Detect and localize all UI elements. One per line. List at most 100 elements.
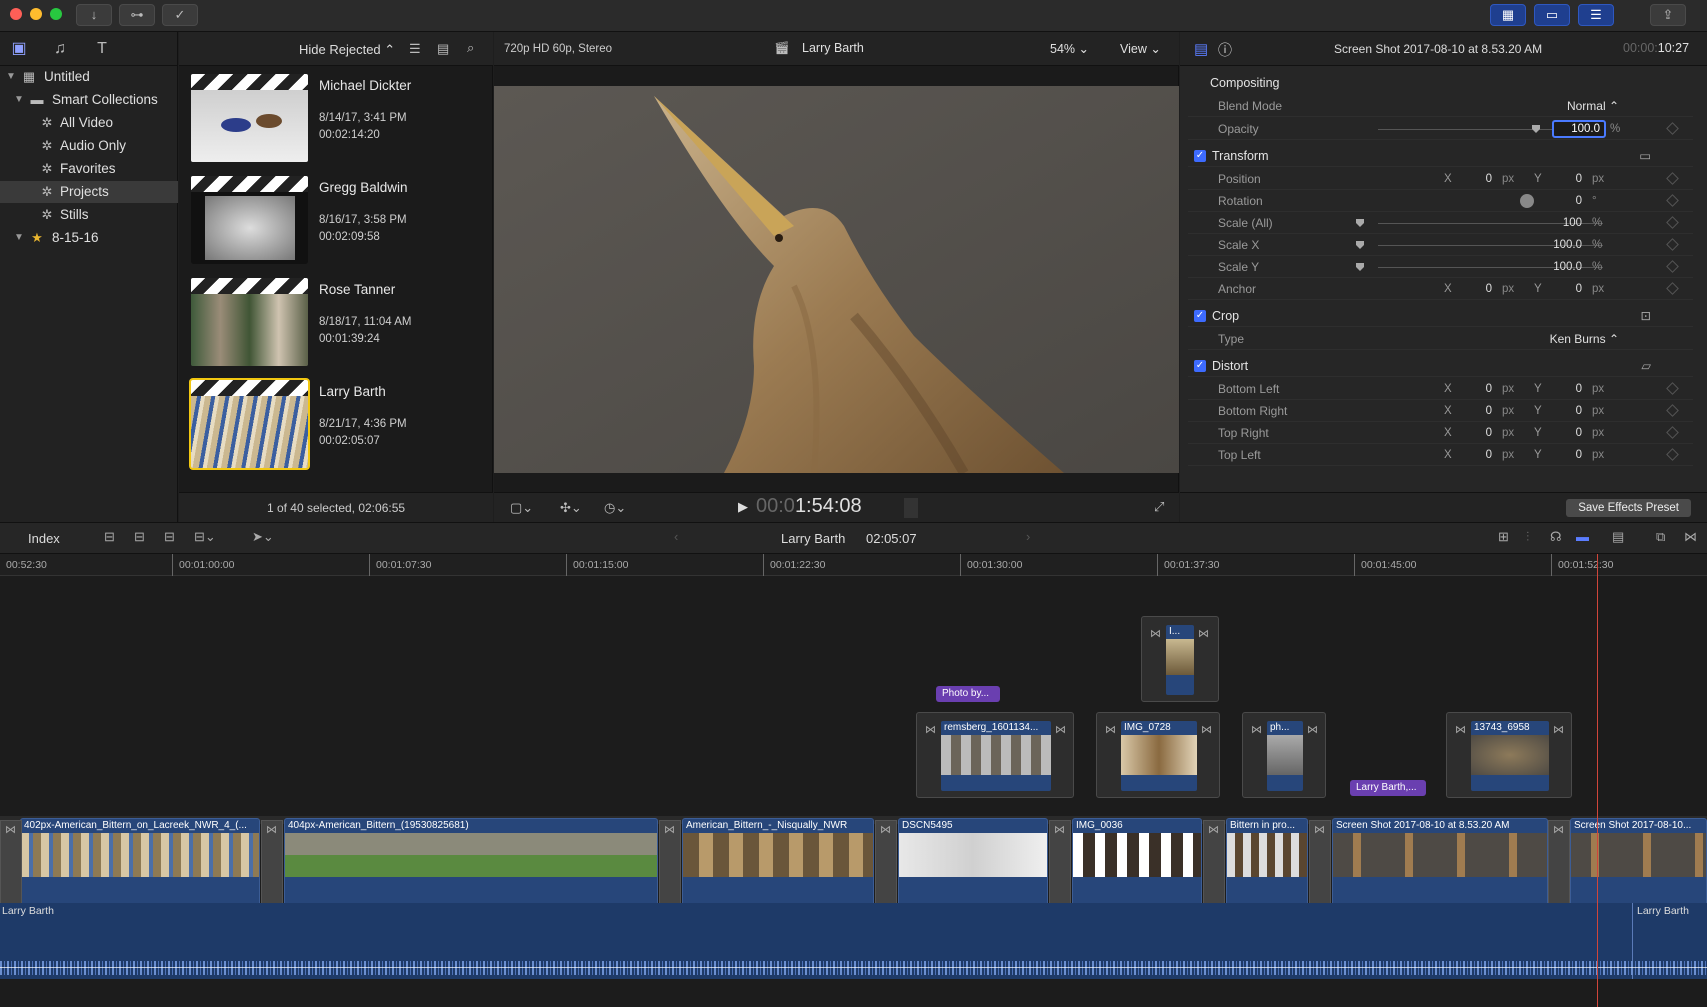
viewer-frame[interactable] xyxy=(494,86,1179,473)
crop-onscreen-icon[interactable]: ⊡ xyxy=(1641,305,1651,327)
effects-browser-icon[interactable]: ⋈ xyxy=(1684,529,1697,545)
title-clip[interactable]: Photo by... xyxy=(936,686,1000,702)
transition[interactable]: ⋈ xyxy=(875,820,897,908)
save-effects-preset-button[interactable]: Save Effects Preset xyxy=(1566,499,1691,517)
storyline-clip[interactable]: DSCN5495 xyxy=(898,818,1048,906)
filter-dropdown[interactable]: Hide Rejected ⌃ xyxy=(299,42,395,58)
index-button[interactable]: Index xyxy=(28,531,60,546)
x-value[interactable]: 0 xyxy=(1442,444,1492,466)
libraries-icon[interactable]: ▣ xyxy=(9,40,29,58)
import-button[interactable]: ↓ xyxy=(76,4,112,26)
library-audio-only[interactable]: ✲ Audio Only xyxy=(0,135,178,157)
background-tasks-button[interactable]: ✓ xyxy=(162,4,198,26)
library-all-video[interactable]: ✲ All Video xyxy=(0,112,178,134)
timecode-display[interactable]: 00:01:54:08 xyxy=(756,495,862,518)
clip-appearance-icon[interactable]: ▤ xyxy=(437,41,449,57)
y-value[interactable]: 0 xyxy=(1532,400,1582,422)
connected-clip[interactable]: ⋈ ⋈ I... xyxy=(1141,616,1219,702)
keyframe-icon[interactable] xyxy=(1666,172,1679,185)
keyframe-icon[interactable] xyxy=(1666,404,1679,417)
keyframe-icon[interactable] xyxy=(1666,448,1679,461)
anchor-x-value[interactable]: 0 xyxy=(1442,278,1492,300)
keyframe-icon[interactable] xyxy=(1666,238,1679,251)
connected-clip[interactable]: ⋈ ⋈ IMG_0728 xyxy=(1096,712,1220,798)
distort-checkbox[interactable]: ✓ xyxy=(1194,360,1206,372)
select-tool-icon[interactable]: ➤⌄ xyxy=(252,529,274,545)
connect-clip-icon[interactable]: ⊟ xyxy=(104,529,115,545)
library-stills[interactable]: ✲ Stills xyxy=(0,204,178,226)
transition[interactable]: ⋈ xyxy=(261,820,283,908)
view-dropdown[interactable]: View ⌄ xyxy=(1120,41,1161,56)
storyline-clip[interactable]: IMG_0036 xyxy=(1072,818,1202,906)
timeline-ruler[interactable]: 00:52:30 00:01:00:00 00:01:07:30 00:01:1… xyxy=(0,554,1707,576)
storyline-clip[interactable]: American_Bittern_-_Nisqually_NWR xyxy=(682,818,874,906)
library-favorites[interactable]: ✲ Favorites xyxy=(0,158,178,180)
snapping-icon[interactable]: ▬ xyxy=(1576,529,1589,544)
keyframe-icon[interactable] xyxy=(1666,426,1679,439)
timeline-toggle-button[interactable]: ▭ xyxy=(1534,4,1570,26)
transform-tool-icon[interactable]: ▢⌄ xyxy=(510,500,533,516)
play-button[interactable]: ▶ xyxy=(738,499,748,515)
keyframe-icon[interactable] xyxy=(1666,122,1679,135)
storyline-clip[interactable]: Screen Shot 2017-08-10 at 8.53.20 AM xyxy=(1332,818,1548,906)
audio-clip[interactable]: Larry Barth Larry Barth xyxy=(0,903,1707,979)
library-smart-collections[interactable]: ▼ ▬ Smart Collections xyxy=(0,89,178,111)
headphones-icon[interactable]: ☊ xyxy=(1550,529,1562,545)
playhead[interactable] xyxy=(1597,554,1598,1007)
rotation-value[interactable]: 0 xyxy=(1532,190,1582,212)
slider-knob[interactable] xyxy=(1356,219,1364,227)
y-value[interactable]: 0 xyxy=(1532,444,1582,466)
keyword-button[interactable]: ⊶ xyxy=(119,4,155,26)
effects-tool-icon[interactable]: ✣⌄ xyxy=(560,500,582,516)
scale-all-value[interactable]: 100 xyxy=(1532,212,1582,234)
library-event-8-15-16[interactable]: ▼ ★ 8-15-16 xyxy=(0,227,178,249)
anchor-y-value[interactable]: 0 xyxy=(1532,278,1582,300)
opacity-input[interactable]: 100.0 xyxy=(1552,120,1606,138)
slider-knob[interactable] xyxy=(1532,125,1540,133)
storyline-clip[interactable]: 404px-American_Bittern_(19530825681) xyxy=(284,818,658,906)
overwrite-clip-icon[interactable]: ⊟⌄ xyxy=(194,529,216,545)
keyframe-icon[interactable] xyxy=(1666,382,1679,395)
connected-clip[interactable]: ⋈ ⋈ ph... xyxy=(1242,712,1326,798)
forward-arrow-icon[interactable]: › xyxy=(1026,529,1030,544)
project-item-selected[interactable]: Larry Barth 8/21/17, 4:36 PM 00:02:05:07 xyxy=(189,378,491,470)
transition[interactable]: ⋈ xyxy=(1203,820,1225,908)
project-item[interactable]: Gregg Baldwin 8/16/17, 3:58 PM 00:02:09:… xyxy=(191,176,491,266)
blend-mode-dropdown[interactable]: Normal ⌃ xyxy=(1567,95,1619,117)
fullscreen-icon[interactable]: ⤢ xyxy=(1154,499,1164,515)
back-arrow-icon[interactable]: ‹ xyxy=(674,529,678,544)
project-item[interactable]: Michael Dickter 8/14/17, 3:41 PM 00:02:1… xyxy=(191,74,491,164)
zoom-icon[interactable]: ⧉ xyxy=(1656,529,1665,545)
transition[interactable]: ⋈ xyxy=(659,820,681,908)
clip-appearance-icon[interactable]: ⊞ xyxy=(1498,529,1509,545)
keyframe-icon[interactable] xyxy=(1666,282,1679,295)
transition[interactable]: ⋈ xyxy=(1548,820,1570,908)
storyline-clip[interactable]: Bittern in pro... xyxy=(1226,818,1308,906)
zoom-dropdown[interactable]: 54% ⌄ xyxy=(1050,41,1089,56)
scale-x-value[interactable]: 100.0 xyxy=(1532,234,1582,256)
video-inspector-icon[interactable]: ▤ xyxy=(1194,40,1208,58)
append-clip-icon[interactable]: ⊟ xyxy=(164,529,175,545)
x-value[interactable]: 0 xyxy=(1442,422,1492,444)
inspector-toggle-button[interactable]: ☰ xyxy=(1578,4,1614,26)
connected-clip[interactable]: ⋈ ⋈ remsberg_1601134... xyxy=(916,712,1074,798)
connected-clip[interactable]: ⋈ ⋈ 13743_6958 xyxy=(1446,712,1572,798)
scale-y-value[interactable]: 100.0 xyxy=(1532,256,1582,278)
title-clip[interactable]: Larry Barth,... xyxy=(1350,780,1426,796)
minimize-window-button[interactable] xyxy=(30,8,42,20)
close-window-button[interactable] xyxy=(10,8,22,20)
transform-onscreen-icon[interactable]: ▭ xyxy=(1639,145,1651,167)
keyframe-icon[interactable] xyxy=(1666,260,1679,273)
transition[interactable]: ⋈ xyxy=(0,820,22,908)
x-value[interactable]: 0 xyxy=(1442,378,1492,400)
speed-tool-icon[interactable]: ◷⌄ xyxy=(604,500,626,516)
disclosure-icon[interactable]: ▼ xyxy=(14,89,24,111)
crop-checkbox[interactable]: ✓ xyxy=(1194,310,1206,322)
share-button[interactable]: ⇪ xyxy=(1650,4,1686,26)
slider-knob[interactable] xyxy=(1356,241,1364,249)
disclosure-icon[interactable]: ▼ xyxy=(6,66,16,88)
waveform-icon[interactable]: ⫶ xyxy=(1526,529,1529,545)
y-value[interactable]: 0 xyxy=(1532,422,1582,444)
titles-generators-icon[interactable]: T xyxy=(92,40,112,58)
transition[interactable]: ⋈ xyxy=(1049,820,1071,908)
